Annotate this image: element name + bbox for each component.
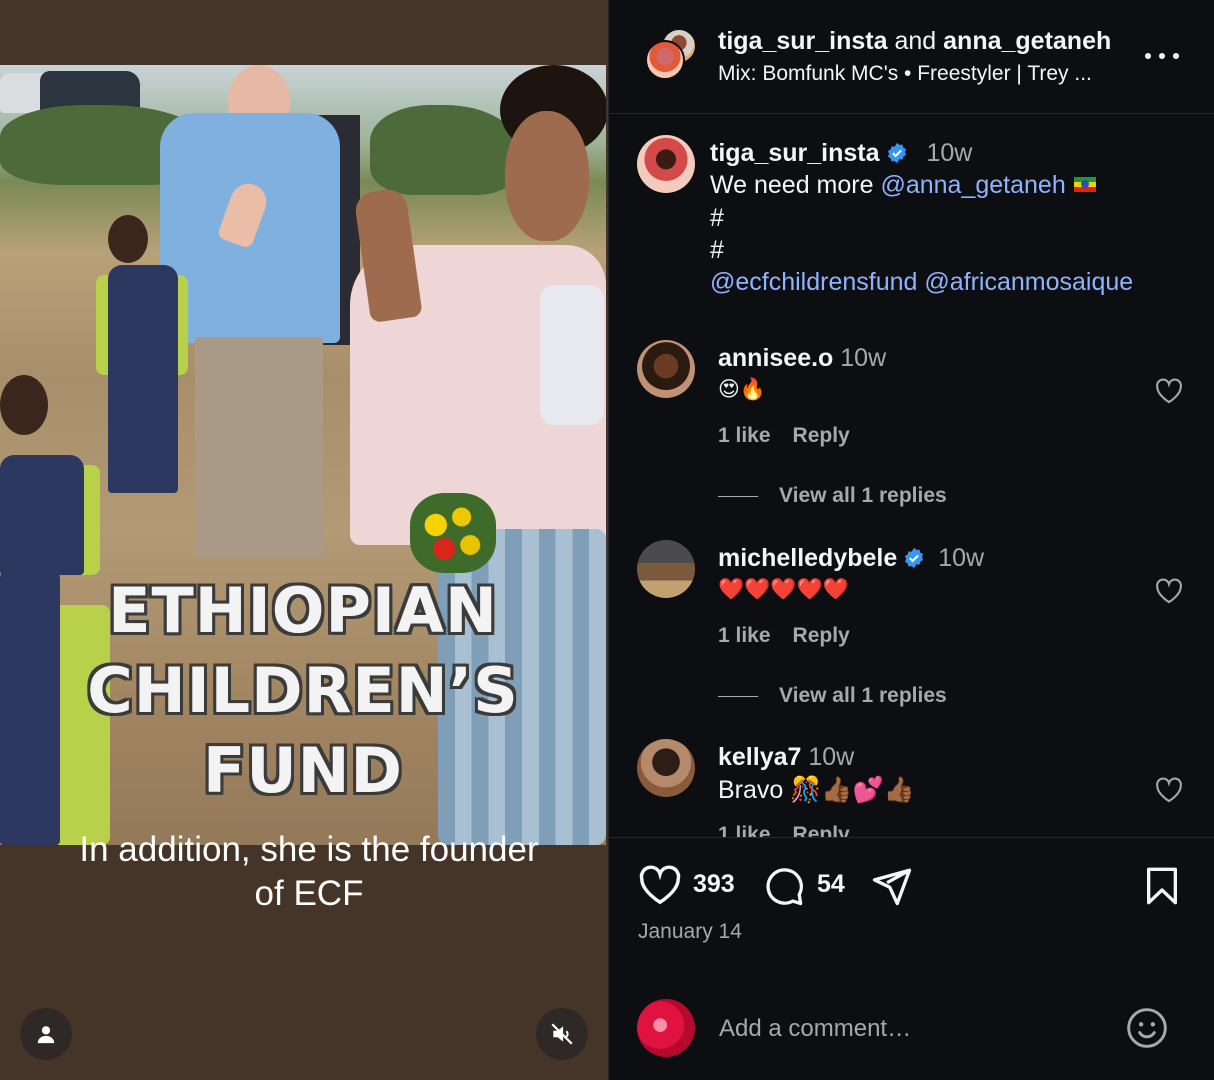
verified-icon xyxy=(905,547,924,569)
comment-likes[interactable]: 1 like xyxy=(718,624,771,647)
collaborator-username[interactable]: anna_getaneh xyxy=(943,27,1111,55)
post-header: tiga_sur_insta and anna_getaneh Mix: Bom… xyxy=(609,0,1214,114)
emoji-icon[interactable] xyxy=(1125,1006,1169,1050)
child-uniform xyxy=(0,455,84,575)
hashtag-line: # xyxy=(710,236,724,264)
verified-icon xyxy=(887,142,906,164)
more-options-button[interactable] xyxy=(1145,42,1179,70)
comment-likes[interactable]: 1 like xyxy=(718,823,771,837)
post-media[interactable]: ETHIOPIAN CHILDREN’S FUND In addition, s… xyxy=(0,0,608,1080)
comments-list[interactable]: tiga_sur_insta 10w We need more @anna_ge… xyxy=(609,115,1214,837)
author-avatar[interactable] xyxy=(645,40,685,80)
replies-divider xyxy=(718,495,758,497)
heart-icon[interactable] xyxy=(1155,378,1183,404)
comment-likes[interactable]: 1 like xyxy=(718,424,771,447)
current-user-avatar xyxy=(637,999,695,1057)
heart-icon[interactable] xyxy=(638,865,682,905)
child-head xyxy=(108,215,148,263)
ethiopia-flag-emoji xyxy=(1073,177,1096,192)
mute-button[interactable] xyxy=(536,1008,588,1060)
comment-input[interactable] xyxy=(719,1014,1119,1044)
comment-username[interactable]: michelledybele xyxy=(718,544,897,572)
post-details-panel: tiga_sur_insta and anna_getaneh Mix: Bom… xyxy=(608,0,1214,1080)
heart-icon[interactable] xyxy=(1155,777,1183,803)
caption-body: We need more xyxy=(710,171,874,199)
view-replies-button[interactable]: View all 1 replies xyxy=(718,484,947,508)
add-comment-bar xyxy=(609,988,1214,1080)
author-username[interactable]: tiga_sur_insta xyxy=(718,27,888,55)
reply-button[interactable]: Reply xyxy=(793,624,850,647)
more-icon xyxy=(1173,53,1179,59)
mute-icon xyxy=(551,1023,573,1045)
user-tag-icon xyxy=(37,1026,55,1044)
video-caption-line-1: In addition, she is the founder xyxy=(79,830,539,869)
share-icon[interactable] xyxy=(871,865,913,907)
audio-track-link[interactable]: Mix: Bomfunk MC's • Freestyler | Trey ..… xyxy=(718,62,1092,86)
comment-text: ❤️❤️❤️❤️❤️ xyxy=(718,577,849,601)
comment-header: kellya7 10w xyxy=(718,743,854,772)
heart-icon[interactable] xyxy=(1155,578,1183,604)
caption-author-avatar[interactable] xyxy=(637,135,695,193)
comment-time: 10w xyxy=(840,344,887,372)
post-authors: tiga_sur_insta and anna_getaneh xyxy=(718,27,1111,56)
water-bottle xyxy=(540,285,604,425)
commenter-avatar[interactable] xyxy=(637,540,695,598)
mention-link[interactable]: @anna_getaneh xyxy=(880,171,1065,199)
child-head xyxy=(0,375,48,435)
comment-username[interactable]: annisee.o xyxy=(718,344,833,372)
comment-time: 10w xyxy=(938,544,985,572)
post-actions: 393 54 January 14 xyxy=(609,837,1214,1080)
overlay-title-line-3: FUND xyxy=(202,734,404,807)
authors-joiner: and xyxy=(894,27,937,55)
comment-header: michelledybele 10w xyxy=(718,544,984,573)
more-icon xyxy=(1159,53,1165,59)
overlay-title-line-2: CHILDREN’S xyxy=(87,654,519,727)
comment-time: 10w xyxy=(808,743,855,771)
reply-button[interactable]: Reply xyxy=(793,424,850,447)
caption-username[interactable]: tiga_sur_insta xyxy=(710,139,880,167)
view-replies-label[interactable]: View all 1 replies xyxy=(779,484,947,508)
more-icon xyxy=(1145,53,1151,59)
comment-text: Bravo 🎊👍🏾💕👍🏾 xyxy=(718,776,915,804)
view-replies-button[interactable]: View all 1 replies xyxy=(718,684,947,708)
comment-text: 😍🔥 xyxy=(718,377,767,401)
comments-count[interactable]: 54 xyxy=(817,870,845,899)
hashtag-line: # xyxy=(710,204,724,232)
man-trousers xyxy=(195,337,323,557)
comment-meta: 1 like Reply xyxy=(718,424,872,448)
post-date[interactable]: January 14 xyxy=(638,920,742,944)
reply-button[interactable]: Reply xyxy=(793,823,850,837)
replies-divider xyxy=(718,695,758,697)
commenter-avatar[interactable] xyxy=(637,340,695,398)
background-bush xyxy=(370,105,520,195)
caption-text: We need more @anna_getaneh xyxy=(710,171,1096,200)
caption-header: tiga_sur_insta 10w xyxy=(710,139,972,168)
caption-time: 10w xyxy=(926,139,973,167)
woman-face xyxy=(505,111,589,241)
commenter-avatar[interactable] xyxy=(637,739,695,797)
comment-header: annisee.o 10w xyxy=(718,344,886,373)
comment-icon[interactable] xyxy=(763,865,805,907)
likes-count[interactable]: 393 xyxy=(693,870,735,899)
video-caption: In addition, she is the founder of ECF xyxy=(0,828,608,916)
comment-username[interactable]: kellya7 xyxy=(718,743,801,771)
child-uniform xyxy=(108,265,178,493)
bookmark-icon[interactable] xyxy=(1142,865,1182,907)
tagged-users-button[interactable] xyxy=(20,1008,72,1060)
overlay-title-line-1: ETHIOPIAN xyxy=(108,574,498,647)
view-replies-label[interactable]: View all 1 replies xyxy=(779,684,947,708)
flower-bouquet xyxy=(410,493,496,573)
comment-meta: 1 like Reply xyxy=(718,823,872,837)
video-caption-line-2: of ECF xyxy=(254,874,364,913)
mentions-line[interactable]: @ecfchildrensfund @africanmosaique xyxy=(710,268,1133,297)
comment-meta: 1 like Reply xyxy=(718,624,872,648)
